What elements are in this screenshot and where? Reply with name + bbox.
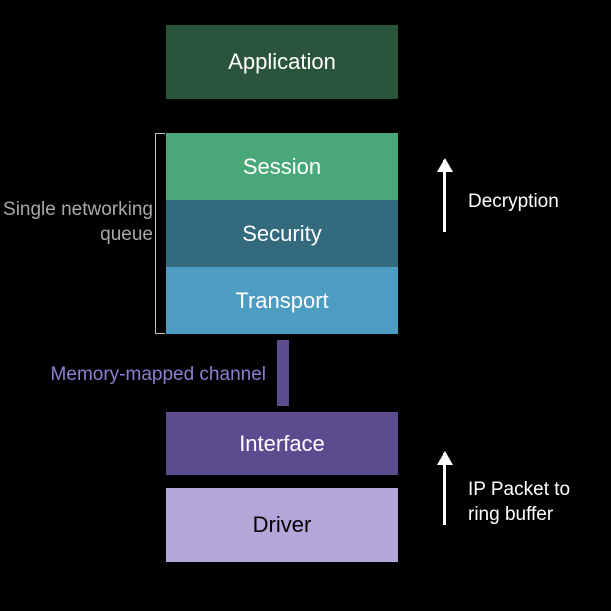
- queue-bracket: [155, 133, 165, 334]
- layer-application: Application: [166, 25, 398, 99]
- layer-transport-label: Transport: [235, 288, 328, 314]
- layer-driver: Driver: [166, 488, 398, 562]
- layer-driver-label: Driver: [253, 512, 312, 538]
- decryption-label: Decryption: [468, 190, 559, 215]
- layer-security-label: Security: [242, 221, 321, 247]
- memory-mapped-channel-label: Memory-mapped channel: [16, 363, 266, 388]
- layer-security: Security: [166, 200, 398, 267]
- layer-interface: Interface: [166, 412, 398, 475]
- layer-application-label: Application: [228, 49, 336, 75]
- layer-interface-label: Interface: [239, 431, 325, 457]
- layer-session: Session: [166, 133, 398, 200]
- queue-label: Single networking queue: [3, 198, 153, 247]
- decryption-arrow-icon: [443, 160, 446, 232]
- memory-mapped-channel-bar: [277, 340, 289, 406]
- ip-packet-label: IP Packet to ring buffer: [468, 478, 588, 527]
- ip-packet-arrow-icon: [443, 453, 446, 525]
- networking-stack-diagram: Application Session Security Transport S…: [0, 0, 611, 611]
- layer-transport: Transport: [166, 267, 398, 334]
- layer-session-label: Session: [243, 154, 321, 180]
